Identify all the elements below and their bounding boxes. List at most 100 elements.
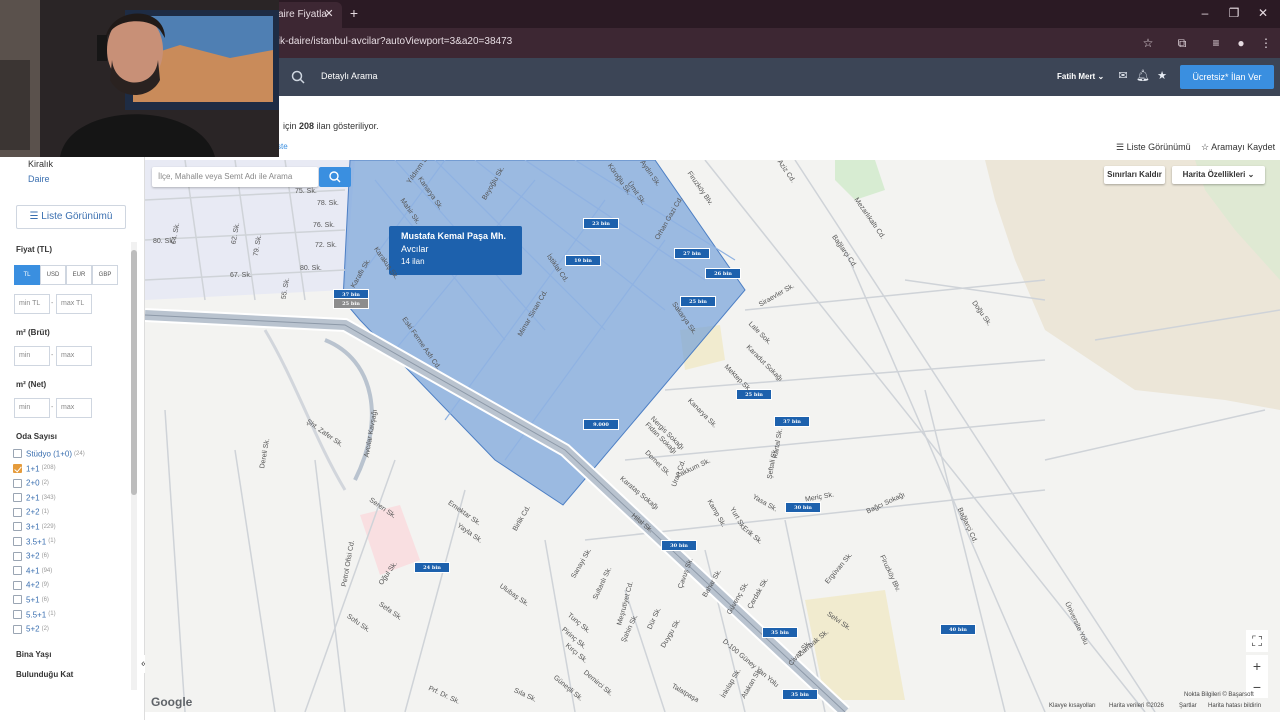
report-error-link[interactable]: Harita hatası bildirin (1208, 703, 1261, 709)
price-max-input[interactable]: max TL (56, 294, 92, 314)
room-checkbox[interactable] (13, 536, 22, 546)
map-search-input[interactable]: İlçe, Mahalle veya Semt Adı ile Arama (152, 167, 318, 187)
extensions-icon[interactable]: ⧉ (1173, 34, 1191, 52)
price-marker[interactable]: 27 bin (674, 248, 710, 259)
price-marker[interactable]: 30 bin (661, 540, 697, 551)
room-checkbox[interactable] (13, 609, 22, 619)
detail-search-link[interactable]: Detaylı Arama (321, 71, 378, 81)
fullscreen-icon[interactable]: ⛶ (1246, 630, 1268, 652)
room-option[interactable]: 2+1 (343) (13, 493, 56, 505)
price-marker[interactable]: 9.000 (583, 419, 619, 430)
map-features-dropdown[interactable]: Harita Özellikleri ⌄ (1172, 166, 1265, 184)
price-marker[interactable]: 24 bin (414, 562, 450, 573)
price-marker[interactable]: 25 bin (680, 296, 716, 307)
net-m2-max-input[interactable]: max (56, 398, 92, 418)
room-count: (343) (41, 494, 56, 501)
post-ad-button[interactable]: Ücretsiz* İlan Ver (1180, 65, 1274, 89)
street-label: 80. Sk. (153, 238, 175, 245)
floor-heading[interactable]: Bulunduğu Kat (16, 670, 73, 679)
price-marker[interactable]: 40 bin (940, 624, 976, 635)
room-checkbox[interactable] (13, 624, 22, 634)
room-count: (9) (41, 582, 49, 589)
room-option[interactable]: 3+1 (229) (13, 522, 56, 534)
map-view[interactable]: İlçe, Mahalle veya Semt Adı ile Arama Sı… (145, 160, 1280, 712)
price-heading: Fiyat (TL) (16, 245, 52, 254)
room-checkbox[interactable] (13, 449, 22, 459)
room-option[interactable]: 5+2 (2) (13, 624, 49, 636)
chevron-down-icon: ⌄ (1097, 72, 1105, 81)
gross-m2-max-input[interactable]: max (56, 346, 92, 366)
room-option[interactable]: 2+0 (2) (13, 478, 49, 490)
price-marker[interactable]: 37 bin (774, 416, 810, 427)
tab-close-icon[interactable]: ✕ (322, 6, 336, 22)
keyboard-shortcuts-link[interactable]: Klavye kısayolları (1049, 703, 1096, 709)
room-checkbox[interactable] (13, 566, 22, 576)
category-daire[interactable]: Daire (28, 174, 50, 184)
save-search-link[interactable]: ☆ Aramayı Kaydet (1201, 142, 1275, 153)
terms-link[interactable]: Şartlar (1179, 703, 1197, 709)
price-marker[interactable]: 25 bin (333, 298, 369, 309)
room-option[interactable]: 4+1 (94) (13, 566, 52, 578)
search-icon[interactable] (290, 69, 306, 85)
room-checkbox[interactable] (13, 595, 22, 605)
room-option[interactable]: 3+2 (6) (13, 551, 49, 563)
zoom-in-button[interactable]: + (1246, 655, 1268, 677)
map-search-button[interactable] (319, 167, 351, 187)
category-kiralik[interactable]: Kiralık (28, 159, 53, 169)
currency-tl[interactable]: TL (14, 265, 40, 285)
favorites-star-icon[interactable]: ★ (1155, 69, 1169, 83)
price-marker[interactable]: 23 bin (583, 218, 619, 229)
price-marker[interactable]: 19 bin (565, 255, 601, 266)
room-checkbox[interactable] (13, 522, 22, 532)
room-option[interactable]: 5+1 (6) (13, 595, 49, 607)
bell-icon[interactable]: 🔔︎ (1136, 69, 1150, 83)
mail-icon[interactable]: ✉ (1116, 69, 1130, 83)
room-label: 3+1 (26, 522, 40, 532)
room-option[interactable]: 5.5+1 (1) (13, 609, 56, 622)
room-option[interactable]: 4+2 (9) (13, 580, 49, 592)
restore-icon[interactable]: ❐ (1224, 4, 1244, 22)
popup-district: Avcılar (401, 244, 429, 254)
neighbourhood-popup[interactable]: Mustafa Kemal Paşa Mh. Avcılar 14 ilan (389, 226, 522, 275)
remove-bounds-button[interactable]: Sınırları Kaldır (1104, 166, 1165, 184)
room-checkbox[interactable] (13, 507, 22, 517)
sidebar-list-view-button[interactable]: ☰ Liste Görünümü (16, 205, 126, 229)
sidebar-scrollbar-thumb[interactable] (131, 250, 137, 495)
profile-avatar-icon[interactable]: ● (1232, 34, 1250, 52)
price-marker[interactable]: 35 bin (762, 627, 798, 638)
price-marker[interactable]: 35 bin (782, 689, 818, 700)
room-checkbox[interactable] (13, 493, 22, 503)
browser-menu-icon[interactable]: ⋮ (1257, 34, 1275, 52)
price-marker[interactable]: 25 bin (736, 389, 772, 400)
url-field[interactable]: alik-daire/istanbul-avcilar?autoViewport… (270, 36, 512, 47)
search-icon (329, 171, 341, 183)
room-label: 1+1 (26, 463, 40, 473)
room-checkbox[interactable] (13, 463, 22, 473)
price-marker[interactable]: 30 bin (785, 502, 821, 513)
street-label: 78. Sk. (317, 200, 339, 207)
room-option[interactable]: Stüdyo (1+0) (24) (13, 449, 85, 461)
price-min-input[interactable]: min TL (14, 294, 50, 314)
currency-eur[interactable]: EUR (66, 265, 92, 285)
room-option[interactable]: 3.5+1 (1) (13, 536, 56, 549)
bookmark-star-icon[interactable]: ☆ (1139, 34, 1157, 52)
minimize-icon[interactable]: – (1195, 4, 1215, 22)
building-age-heading[interactable]: Bina Yaşı (16, 650, 51, 659)
user-menu[interactable]: Fatih Mert ⌄ (1057, 72, 1104, 81)
room-option[interactable]: 2+2 (1) (13, 507, 49, 519)
window-close-icon[interactable]: ✕ (1253, 4, 1273, 22)
gross-m2-min-input[interactable]: min (14, 346, 50, 366)
room-checkbox[interactable] (13, 551, 22, 561)
room-checkbox[interactable] (13, 580, 22, 590)
currency-usd[interactable]: USD (40, 265, 66, 285)
new-tab-icon[interactable]: + (346, 4, 362, 22)
media-icon[interactable]: ≡ (1207, 34, 1225, 52)
price-marker[interactable]: 26 bin (705, 268, 741, 279)
room-option[interactable]: 1+1 (208) (13, 463, 56, 476)
street-label: 75. Sk. (295, 188, 317, 195)
room-checkbox[interactable] (13, 478, 22, 488)
net-m2-min-input[interactable]: min (14, 398, 50, 418)
list-view-link[interactable]: ☰ Liste Görünümü (1116, 142, 1191, 153)
currency-gbp[interactable]: GBP (92, 265, 118, 285)
room-label: 5+2 (26, 624, 40, 634)
